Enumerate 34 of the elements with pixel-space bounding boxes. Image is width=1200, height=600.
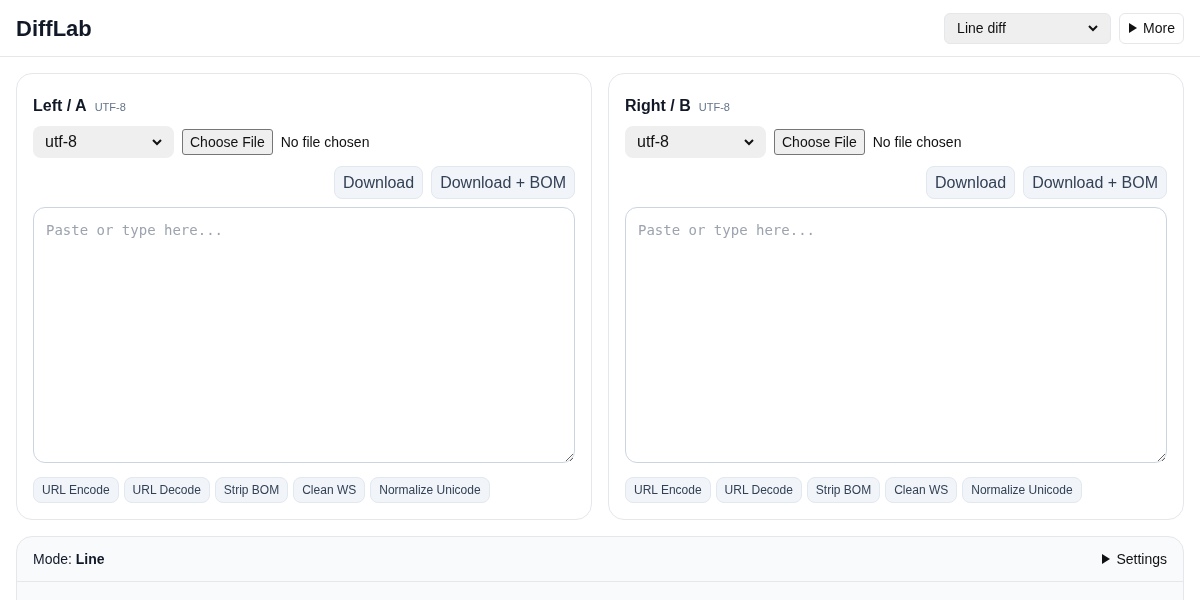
encoding-select[interactable]: utf-8 <box>33 126 174 158</box>
encoding-label: UTF-8 <box>94 100 126 115</box>
more-button[interactable]: More <box>1119 12 1184 44</box>
choose-file-button[interactable]: Choose File <box>182 129 273 155</box>
transform-button[interactable]: URL Encode <box>625 477 711 503</box>
panel-title: Left / A <box>33 96 87 116</box>
choose-file-button[interactable]: Choose File <box>774 129 865 155</box>
settings-toggle[interactable]: Settings <box>1101 548 1167 570</box>
transform-button[interactable]: Normalize Unicode <box>370 477 490 503</box>
encoding-label: UTF-8 <box>698 100 730 115</box>
download-button[interactable]: Download <box>334 166 424 199</box>
transform-button[interactable]: Clean WS <box>885 477 958 503</box>
transform-button[interactable]: Normalize Unicode <box>962 477 1082 503</box>
encoding-select[interactable]: utf-8 <box>625 126 766 158</box>
chevron-down-icon <box>1088 24 1099 32</box>
panel-title: Right / B <box>625 96 691 116</box>
app-title: DiffLab <box>16 14 92 43</box>
chevron-down-icon <box>152 138 162 146</box>
transform-button[interactable]: Strip BOM <box>214 477 289 503</box>
text-editor[interactable]: Paste or type here... <box>625 207 1167 463</box>
text-editor[interactable]: Paste or type here... <box>33 207 575 463</box>
download-button[interactable]: Download + BOM <box>431 166 575 199</box>
transform-button[interactable]: URL Decode <box>715 477 802 503</box>
chevron-down-icon <box>744 138 754 146</box>
file-status: No file chosen <box>280 132 370 152</box>
transform-button[interactable]: URL Decode <box>123 477 210 503</box>
mode-select[interactable]: Line diff <box>944 12 1112 44</box>
mode-label: Mode: Line <box>33 549 105 569</box>
download-button[interactable]: Download <box>926 166 1016 199</box>
transform-button[interactable]: Strip BOM <box>806 477 881 503</box>
transform-button[interactable]: URL Encode <box>33 477 119 503</box>
file-status: No file chosen <box>872 132 962 152</box>
transform-button[interactable]: Clean WS <box>293 477 366 503</box>
download-button[interactable]: Download + BOM <box>1023 166 1167 199</box>
